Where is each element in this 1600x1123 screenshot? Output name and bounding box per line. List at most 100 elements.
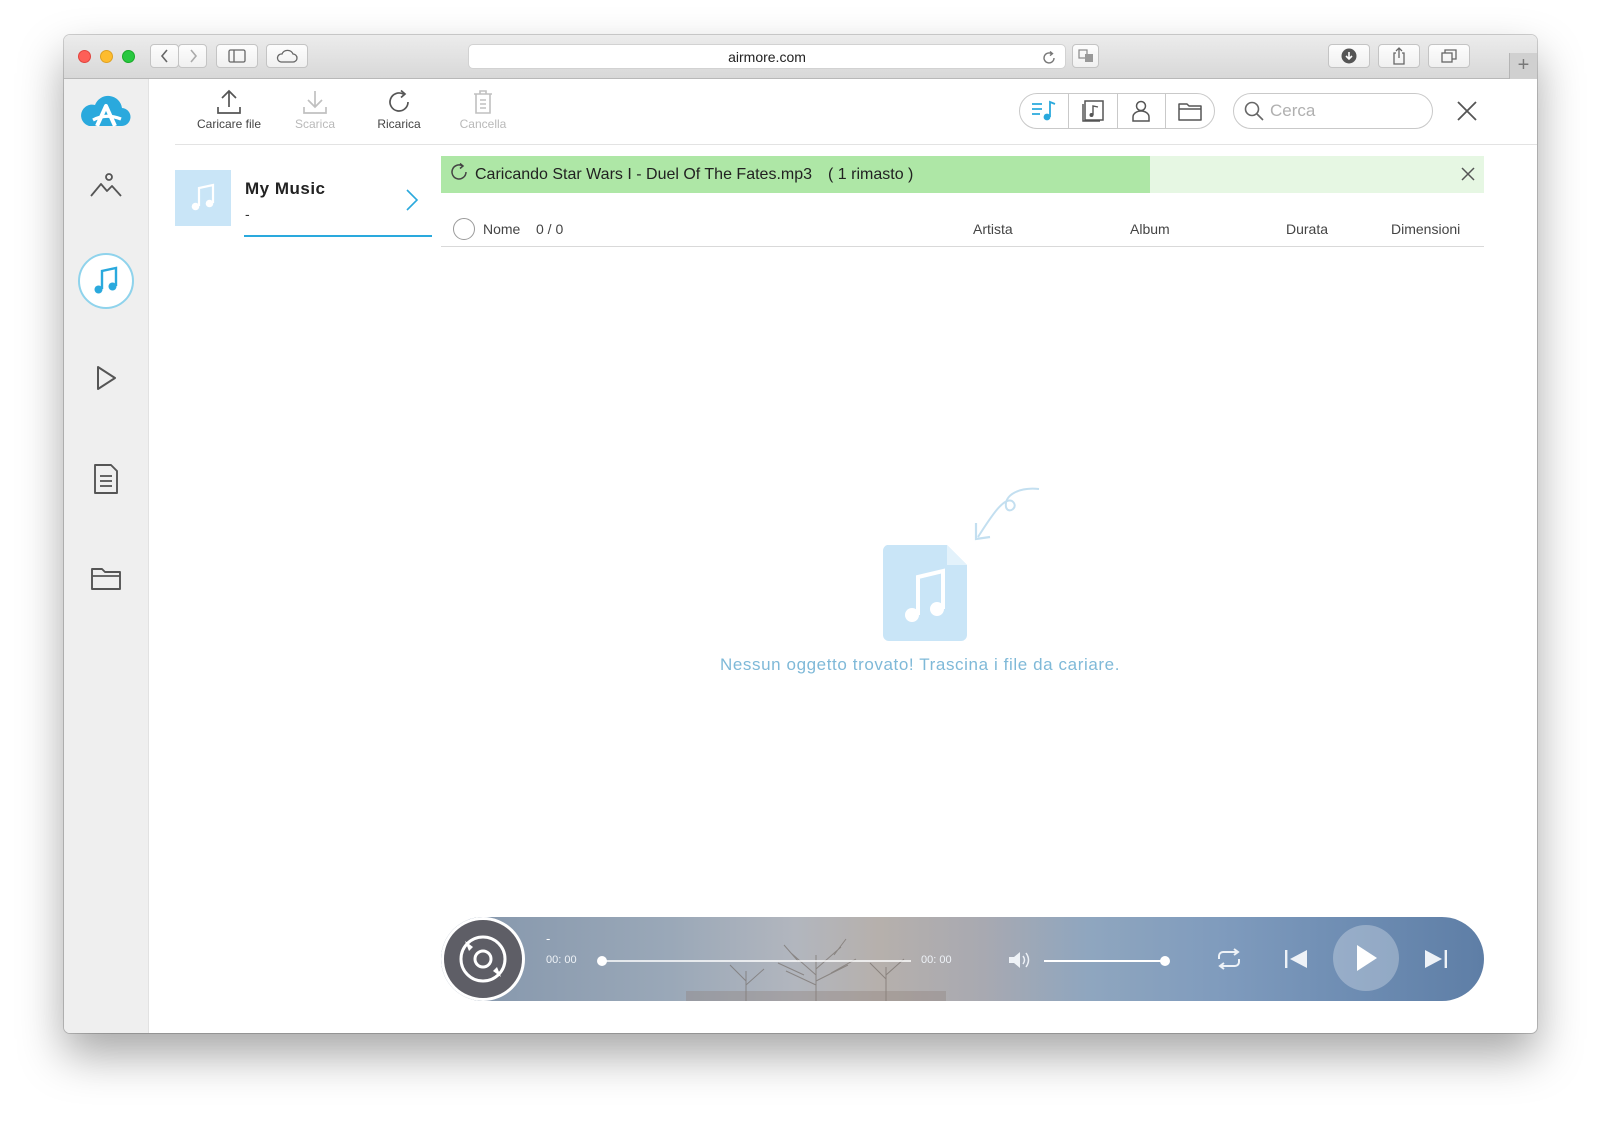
sidebar-item-documents[interactable] xyxy=(86,459,126,499)
photos-icon xyxy=(90,173,122,197)
close-window-button[interactable] xyxy=(78,50,91,63)
previous-track-button[interactable] xyxy=(1283,947,1309,976)
tab-overview-button[interactable] xyxy=(1428,44,1470,68)
play-button[interactable] xyxy=(1333,925,1399,991)
chevron-right-icon xyxy=(405,188,419,217)
browser-titlebar: airmore.com + xyxy=(64,35,1537,79)
folder-icon xyxy=(91,568,121,590)
album-thumbnail xyxy=(175,170,231,226)
airmore-logo-icon xyxy=(81,93,131,134)
upload-remaining: ( 1 rimasto ) xyxy=(828,165,914,183)
view-songs-button[interactable] xyxy=(1020,94,1068,128)
music-note-icon xyxy=(191,183,215,211)
cloud-icon xyxy=(276,49,298,63)
upload-filename: Caricando Star Wars I - Duel Of The Fate… xyxy=(475,165,813,183)
column-artist-header[interactable]: Artista xyxy=(973,221,1013,237)
next-icon xyxy=(1425,950,1447,968)
sidebar-toggle-button[interactable] xyxy=(216,44,258,68)
album-view-icon xyxy=(1081,100,1104,122)
download-label: Scarica xyxy=(294,117,335,131)
address-bar[interactable]: airmore.com xyxy=(468,44,1066,69)
downloads-button[interactable] xyxy=(1328,44,1370,68)
upload-button[interactable]: Caricare file xyxy=(189,87,269,131)
tabs-icon xyxy=(1441,49,1457,63)
empty-state: Nessun oggetto trovato! Trascina i file … xyxy=(664,485,1184,685)
icloud-tabs-button[interactable] xyxy=(266,44,308,68)
back-button[interactable] xyxy=(150,44,179,68)
repeat-button[interactable] xyxy=(1215,946,1243,977)
empty-message: Nessun oggetto trovato! Trascina i file … xyxy=(719,655,1121,674)
column-duration-header[interactable]: Durata xyxy=(1286,221,1328,237)
close-banner-button[interactable] xyxy=(1460,166,1476,187)
search-input[interactable] xyxy=(1270,101,1420,121)
share-button[interactable] xyxy=(1378,44,1420,68)
reload-label: Ricarica xyxy=(377,117,421,131)
browser-window: airmore.com + Caricare file Scarica Rica… xyxy=(64,35,1537,1033)
reload-page-icon[interactable] xyxy=(1041,49,1057,73)
view-folders-button[interactable] xyxy=(1165,94,1214,128)
column-name-header[interactable]: Nome xyxy=(483,221,520,237)
volume-icon[interactable] xyxy=(1007,949,1031,976)
view-switcher xyxy=(1019,93,1215,129)
delete-button[interactable]: Cancella xyxy=(443,87,523,131)
chevron-left-icon xyxy=(160,49,168,63)
album-subtitle: - xyxy=(245,206,250,222)
sidebar-item-photos[interactable] xyxy=(86,165,126,205)
songs-table-header: Nome 0 / 0 Artista Album Durata Dimensio… xyxy=(441,209,1484,247)
player-background-trees xyxy=(686,938,946,1001)
close-panel-button[interactable] xyxy=(1455,99,1479,123)
upload-progress-banner: Caricando Star Wars I - Duel Of The Fate… xyxy=(441,156,1484,193)
app-sidebar xyxy=(64,79,149,1033)
download-button[interactable]: Scarica xyxy=(275,87,355,131)
reload-button[interactable]: Ricarica xyxy=(359,87,439,131)
play-icon xyxy=(1357,945,1377,971)
main-toolbar: Caricare file Scarica Ricarica Cancella xyxy=(175,79,1537,145)
share-icon xyxy=(1393,47,1405,65)
volume-slider[interactable] xyxy=(1044,960,1164,962)
select-all-checkbox[interactable] xyxy=(453,218,475,240)
sidebar-item-files[interactable] xyxy=(86,558,126,598)
sidebar-item-music[interactable] xyxy=(78,253,134,309)
sidebar-item-videos[interactable] xyxy=(86,358,126,398)
forward-button[interactable] xyxy=(178,44,207,68)
seek-knob[interactable] xyxy=(597,956,607,966)
album-item[interactable]: My Music - xyxy=(175,170,432,237)
seek-bar[interactable] xyxy=(601,960,911,962)
zoom-window-button[interactable] xyxy=(122,50,135,63)
search-icon xyxy=(1244,101,1264,121)
download-icon xyxy=(303,91,327,114)
repeat-icon xyxy=(1218,948,1240,970)
selection-count: 0 / 0 xyxy=(536,221,564,237)
refresh-icon xyxy=(389,89,409,112)
drop-arrow-icon xyxy=(964,485,1044,550)
next-track-button[interactable] xyxy=(1423,947,1449,976)
music-list-icon xyxy=(1031,100,1056,121)
trash-icon xyxy=(474,90,492,114)
close-icon xyxy=(1457,101,1477,121)
total-time: 00: 00 xyxy=(921,954,952,966)
column-size-header[interactable]: Dimensioni xyxy=(1391,221,1460,237)
volume-knob[interactable] xyxy=(1160,956,1170,966)
video-icon xyxy=(97,366,116,390)
new-tab-button[interactable]: + xyxy=(1509,53,1537,79)
now-playing-title: - xyxy=(546,931,551,946)
folder-icon xyxy=(1178,103,1202,121)
sidebar-icon xyxy=(228,49,246,63)
music-player-bar: - 00: 00 00: 00 xyxy=(441,917,1484,1001)
upload-label: Caricare file xyxy=(196,117,262,131)
column-album-header[interactable]: Album xyxy=(1130,221,1170,237)
album-selected-underline xyxy=(244,235,432,237)
uploading-spinner-icon xyxy=(449,162,469,187)
upload-icon xyxy=(217,89,241,114)
previous-icon xyxy=(1285,950,1307,968)
download-circle-icon xyxy=(1341,48,1357,64)
close-icon xyxy=(1461,167,1475,181)
translate-icon xyxy=(1077,49,1093,62)
url-text: airmore.com xyxy=(728,49,806,65)
album-title: My Music xyxy=(245,179,326,198)
view-albums-button[interactable] xyxy=(1067,94,1117,128)
view-artists-button[interactable] xyxy=(1116,94,1166,128)
delete-label: Cancella xyxy=(459,117,507,131)
minimize-window-button[interactable] xyxy=(100,50,113,63)
translate-button[interactable] xyxy=(1072,44,1099,68)
